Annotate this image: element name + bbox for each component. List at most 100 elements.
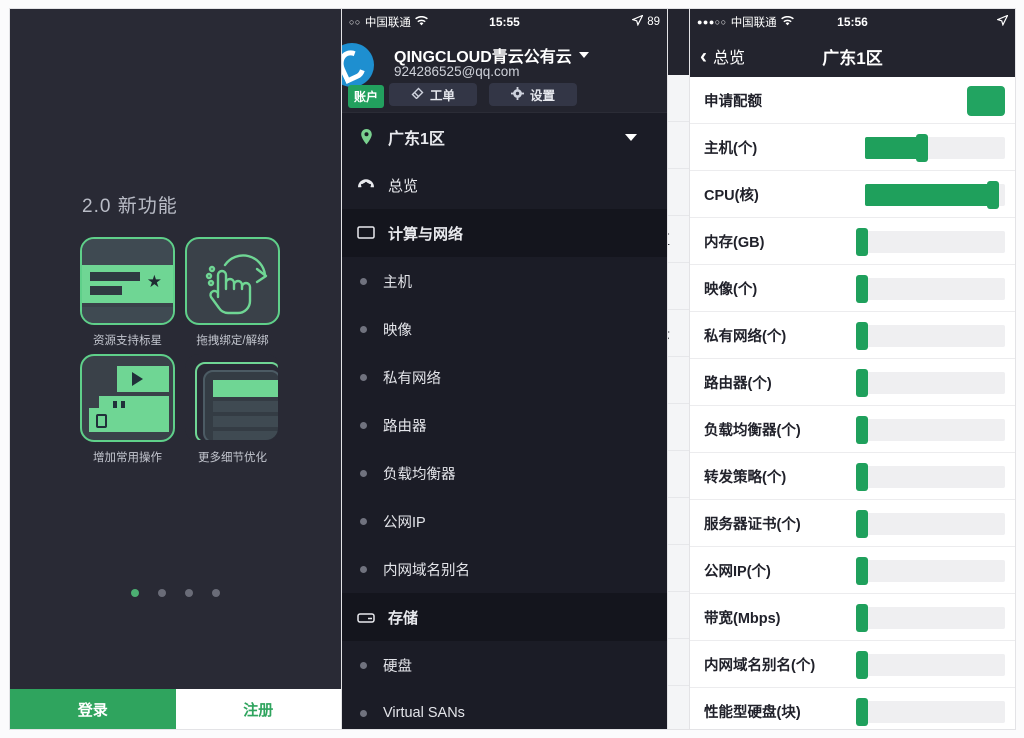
quota-knob <box>855 369 868 397</box>
ticket-button[interactable]: 工单 <box>389 83 477 106</box>
feature-card-actions[interactable]: 增加常用操作 <box>80 354 175 465</box>
quota-knob <box>855 322 868 350</box>
sidebar-item-public-ip[interactable]: 公网IP <box>342 497 667 545</box>
bullet-icon <box>360 421 367 429</box>
sidebar-item-volume[interactable]: 硬盘 <box>342 641 667 689</box>
feature-card-detail[interactable]: 更多细节优化 <box>185 354 280 465</box>
quota-track[interactable] <box>855 463 1005 491</box>
quota-knob <box>855 416 868 444</box>
qingcloud-logo-icon[interactable] <box>342 43 374 87</box>
quota-track[interactable] <box>855 698 1005 726</box>
quota-knob <box>855 275 868 303</box>
quota-label: 内存(GB) <box>704 234 765 251</box>
quota-row[interactable]: 服务器证书(个) <box>690 500 1015 547</box>
quota-row[interactable]: CPU(核) <box>690 171 1015 218</box>
statusbar-right: 89 <box>631 14 660 29</box>
sidebar-item-label: 内网域名别名 <box>383 562 470 579</box>
quota-track[interactable] <box>855 228 1005 256</box>
statusbar-clock: 15:56 <box>837 15 868 29</box>
quota-track[interactable] <box>865 181 1005 209</box>
quota-track[interactable] <box>855 275 1005 303</box>
quota-row[interactable]: 负载均衡器(个) <box>690 406 1015 453</box>
login-button[interactable]: 登录 <box>10 689 176 729</box>
apply-quota-button[interactable] <box>967 86 1005 116</box>
sidebar-item-vpc[interactable]: 私有网络 <box>342 353 667 401</box>
zone-selector[interactable]: 广东1区 <box>342 113 667 161</box>
quota-row[interactable]: 主机(个) <box>690 124 1015 171</box>
caret-down-icon <box>578 52 589 58</box>
feature-grid: ★ 资源支持标星 拖拽绑定/解绑 增加常用操作 更多细节优化 <box>80 237 280 465</box>
feature-caption: 增加常用操作 <box>93 452 162 464</box>
sidebar-item-instance[interactable]: 主机 <box>342 257 667 305</box>
drag-hand-icon <box>185 237 280 325</box>
caret-down-icon <box>625 133 637 141</box>
sidebar-section-label: 计算与网络 <box>388 225 464 243</box>
page-indicator[interactable] <box>10 589 341 597</box>
quota-label: 转发策略(个) <box>704 469 787 486</box>
chevron-left-icon: ‹ <box>700 44 707 68</box>
quota-row[interactable]: 性能型硬盘(块) <box>690 688 1015 729</box>
sidebar-item-overview[interactable]: 总览 <box>342 161 667 209</box>
quota-row[interactable]: 私有网络(个) <box>690 312 1015 359</box>
sidebar-item-label: 路由器 <box>383 418 427 435</box>
quota-label: 内网域名别名(个) <box>704 657 816 674</box>
quota-track[interactable] <box>855 510 1005 538</box>
quota-track[interactable] <box>855 369 1005 397</box>
quota-row[interactable]: 映像(个) <box>690 265 1015 312</box>
quota-panel: ●●●○○ 中国联通 15:56 ‹ 总览 广东1区 申请配额 主机(个) CP… <box>689 8 1016 730</box>
quota-track[interactable] <box>865 134 1005 162</box>
bullet-icon <box>360 469 367 477</box>
quota-label: 路由器(个) <box>704 375 772 392</box>
sidebar-item-label: Virtual SANs <box>383 705 465 721</box>
feature-card-drag[interactable]: 拖拽绑定/解绑 <box>185 237 280 348</box>
page-dot[interactable] <box>185 589 193 597</box>
sidebar-item-label: 主机 <box>383 274 412 291</box>
sidebar-item-label: 私有网络 <box>383 370 441 387</box>
console-statusbar: ○○ 中国联通 15:55 89 <box>342 9 667 35</box>
sidebar-item-dns-alias[interactable]: 内网域名别名 <box>342 545 667 593</box>
register-button[interactable]: 注册 <box>175 689 341 729</box>
quota-knob <box>855 651 868 679</box>
quota-knob <box>855 698 868 726</box>
sidebar-section-compute[interactable]: 计算与网络 <box>342 209 667 257</box>
back-button[interactable]: ‹ 总览 <box>700 44 745 68</box>
sidebar-item-router[interactable]: 路由器 <box>342 401 667 449</box>
sidebar-section-storage[interactable]: 存储 <box>342 593 667 641</box>
screenshot-stage: 2.0 新功能 ★ 资源支持标星 拖拽绑定/解绑 增加常用操作 更多细节优化 登… <box>0 0 1024 738</box>
page-dot[interactable] <box>131 589 139 597</box>
bullet-icon <box>360 661 367 669</box>
quota-row[interactable]: 内存(GB) <box>690 218 1015 265</box>
page-dot[interactable] <box>212 589 220 597</box>
ticket-label: 工单 <box>429 89 455 103</box>
bullet-icon <box>360 565 367 573</box>
quota-row[interactable]: 内网域名别名(个) <box>690 641 1015 688</box>
quota-row[interactable]: 公网IP(个) <box>690 547 1015 594</box>
console-menu-panel: ○○ 中国联通 15:55 89 QINGCLOUD青云公有云 92428652… <box>341 8 668 730</box>
quota-track[interactable] <box>855 651 1005 679</box>
quota-track[interactable] <box>855 604 1005 632</box>
quota-row[interactable]: 转发策略(个) <box>690 453 1015 500</box>
quota-track[interactable] <box>855 322 1005 350</box>
feature-caption: 资源支持标星 <box>93 335 162 347</box>
quota-row[interactable]: 路由器(个) <box>690 359 1015 406</box>
quota-apply-row[interactable]: 申请配额 <box>690 77 1015 124</box>
feature-card-starred[interactable]: ★ 资源支持标星 <box>80 237 175 348</box>
settings-button[interactable]: 设置 <box>489 83 577 106</box>
quota-track[interactable] <box>855 416 1005 444</box>
quota-statusbar: ●●●○○ 中国联通 15:56 <box>690 9 1015 35</box>
sidebar-item-virtual-sans[interactable]: Virtual SANs <box>342 689 667 729</box>
page-dot[interactable] <box>158 589 166 597</box>
sidebar-item-loadbalancer[interactable]: 负载均衡器 <box>342 449 667 497</box>
battery-percent-label: 89 <box>647 16 660 28</box>
location-arrow-icon <box>995 14 1009 29</box>
quota-track[interactable] <box>855 557 1005 585</box>
bullet-icon <box>360 277 367 285</box>
dashboard-icon <box>356 178 376 192</box>
sidebar-item-label: 公网IP <box>383 514 426 531</box>
quota-label: CPU(核) <box>704 187 759 204</box>
quota-knob <box>855 463 868 491</box>
quota-row[interactable]: 带宽(Mbps) <box>690 594 1015 641</box>
statusbar-right <box>995 14 1009 29</box>
sidebar-item-image[interactable]: 映像 <box>342 305 667 353</box>
quota-knob <box>855 510 868 538</box>
